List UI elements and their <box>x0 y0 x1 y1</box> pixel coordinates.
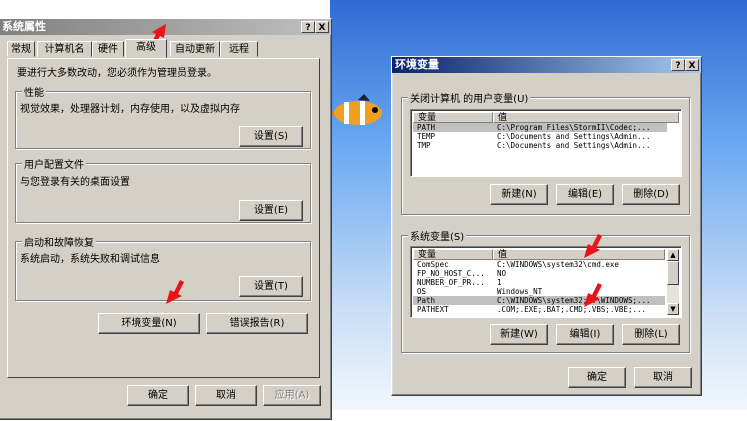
cancel-button[interactable]: 取消 <box>195 385 257 406</box>
user-variables-list[interactable]: 变量 值 PATH C:\Program Files\StormII\Codec… <box>410 109 682 177</box>
tab-remote[interactable]: 远程 <box>220 41 258 57</box>
user-profiles-group: 用户配置文件 与您登录有关的桌面设置 设置(E) <box>15 156 311 223</box>
startup-recovery-label: 启动和故障恢复 <box>22 234 96 249</box>
window-title: 环境变量 <box>395 58 439 71</box>
column-header-variable[interactable]: 变量 <box>413 112 493 123</box>
list-item[interactable]: PATH C:\Program Files\StormII\Codec;... <box>413 123 667 132</box>
system-variables-group: 系统变量(S) 变量 值 ComSpec C:\WINDOWS\system32… <box>401 228 690 353</box>
close-button[interactable]: X <box>315 21 329 33</box>
list-item[interactable]: TEMP C:\Documents and Settings\Admin... <box>413 132 667 141</box>
user-new-button[interactable]: 新建(N) <box>490 184 548 205</box>
list-item[interactable]: PATHEXT .COM;.EXE;.BAT;.CMD;.VBS;.VBE;..… <box>413 305 665 314</box>
column-header-value[interactable]: 值 <box>493 112 679 123</box>
performance-settings-button[interactable]: 设置(S) <box>239 126 303 147</box>
user-profiles-settings-button[interactable]: 设置(E) <box>239 200 303 221</box>
vertical-scrollbar[interactable]: ▲ ▼ <box>667 249 679 315</box>
window-title: 系统属性 <box>2 20 46 33</box>
performance-group: 性能 视觉效果，处理器计划，内存使用，以及虚拟内存 设置(S) <box>15 84 311 149</box>
system-delete-button[interactable]: 删除(L) <box>622 324 680 345</box>
system-new-button[interactable]: 新建(W) <box>490 324 548 345</box>
red-arrow-icon <box>166 280 184 304</box>
column-header-variable[interactable]: 变量 <box>413 249 493 260</box>
system-variables-label: 系统变量(S) <box>408 228 467 243</box>
system-variables-list[interactable]: 变量 值 ComSpec C:\WINDOWS\system32\cmd.exe… <box>410 246 682 318</box>
user-edit-button[interactable]: 编辑(E) <box>556 184 614 205</box>
user-variables-group: 关闭计算机 的用户变量(U) 变量 值 PATH C:\Program File… <box>401 90 690 215</box>
user-delete-button[interactable]: 删除(D) <box>622 184 680 205</box>
ok-button[interactable]: 确定 <box>568 367 626 388</box>
cancel-button[interactable]: 取消 <box>634 367 692 388</box>
help-button[interactable]: ? <box>301 21 315 33</box>
admin-notice: 要进行大多数改动，您必须作为管理员登录。 <box>17 68 217 79</box>
scroll-up-icon[interactable]: ▲ <box>667 249 679 261</box>
startup-settings-button[interactable]: 设置(T) <box>239 276 303 297</box>
system-properties-window: 系统属性 ? X 常规 计算机名 硬件 高级 自动更新 远程 要进行大多数改动，… <box>0 18 332 420</box>
advanced-tab-panel: 要进行大多数改动，您必须作为管理员登录。 性能 视觉效果，处理器计划，内存使用，… <box>7 58 320 378</box>
clownfish-icon <box>330 94 382 125</box>
tab-hardware[interactable]: 硬件 <box>92 41 124 57</box>
tab-computer-name[interactable]: 计算机名 <box>37 41 92 57</box>
user-variables-label: 关闭计算机 的用户变量(U) <box>408 90 531 105</box>
ok-button[interactable]: 确定 <box>127 385 189 406</box>
scroll-thumb[interactable] <box>667 261 679 285</box>
close-button[interactable]: X <box>685 59 699 71</box>
environment-variables-titlebar[interactable]: 环境变量 <box>392 57 701 73</box>
list-item[interactable]: NUMBER_OF_PR... 1 <box>413 278 665 287</box>
performance-desc: 视觉效果，处理器计划，内存使用，以及虚拟内存 <box>20 104 240 115</box>
list-item[interactable]: FP_NO_HOST_C... NO <box>413 269 665 278</box>
list-item[interactable]: Path C:\WINDOWS\system32;C:\WINDOWS;... <box>413 296 665 305</box>
apply-button[interactable]: 应用(A) <box>263 385 321 406</box>
startup-recovery-desc: 系统启动，系统失败和调试信息 <box>20 254 160 265</box>
environment-variables-button[interactable]: 环境变量(N) <box>98 313 200 334</box>
list-item[interactable]: TMP C:\Documents and Settings\Admin... <box>413 141 667 150</box>
red-arrow-icon <box>584 234 602 258</box>
environment-variables-window: 环境变量 ? X 关闭计算机 的用户变量(U) 变量 值 PATH C:\Pro… <box>391 56 702 396</box>
list-item[interactable]: OS Windows_NT <box>413 287 665 296</box>
help-button[interactable]: ? <box>671 59 685 71</box>
error-reporting-button[interactable]: 错误报告(R) <box>206 313 308 334</box>
tab-advanced[interactable]: 高级 <box>125 39 167 58</box>
red-arrow-icon <box>584 283 602 307</box>
system-edit-button[interactable]: 编辑(I) <box>556 324 614 345</box>
performance-label: 性能 <box>22 84 46 99</box>
user-profiles-label: 用户配置文件 <box>22 156 86 171</box>
list-item[interactable]: ComSpec C:\WINDOWS\system32\cmd.exe <box>413 260 665 269</box>
user-profiles-desc: 与您登录有关的桌面设置 <box>20 177 130 188</box>
tab-automatic-updates[interactable]: 自动更新 <box>170 41 220 57</box>
scroll-down-icon[interactable]: ▼ <box>667 303 679 315</box>
tab-general[interactable]: 常规 <box>7 41 35 57</box>
